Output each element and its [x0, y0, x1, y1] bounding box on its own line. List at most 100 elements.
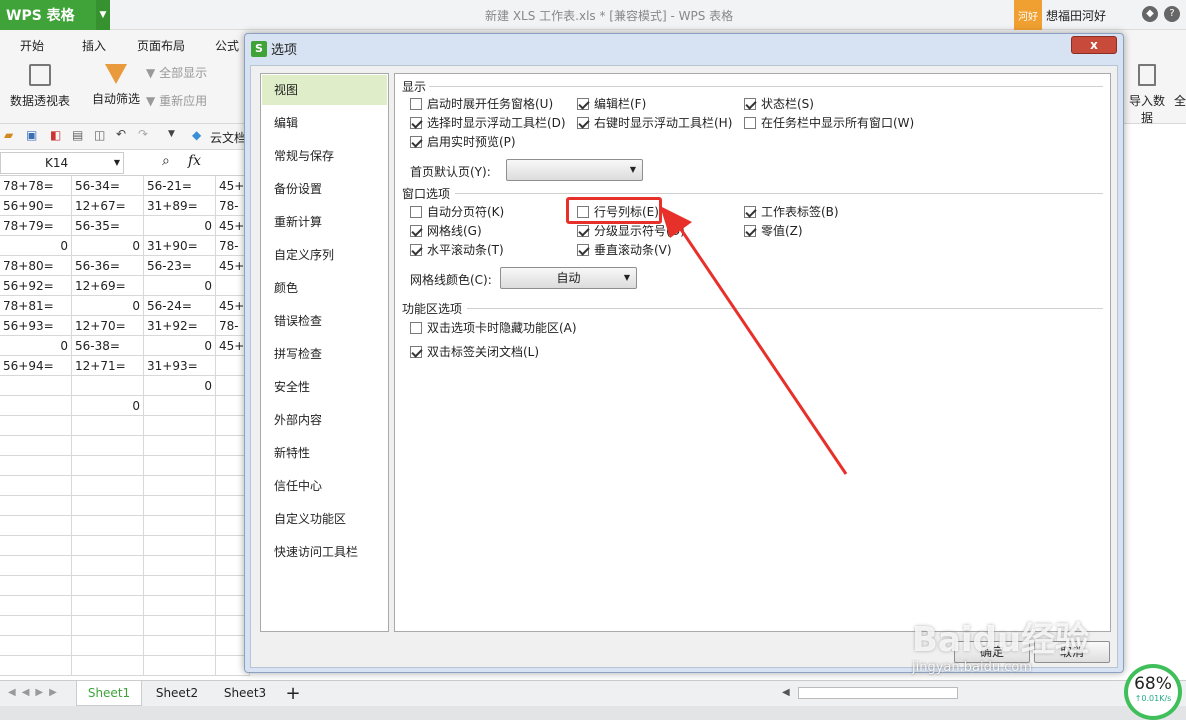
grid-cell[interactable]: 78+80= [0, 256, 72, 276]
grid-cell[interactable] [144, 436, 216, 456]
chevron-down-icon[interactable]: ▼ [96, 0, 110, 30]
grid-cell[interactable] [144, 616, 216, 636]
grid-cell[interactable]: 56-24= [144, 296, 216, 316]
category-item[interactable]: 信任中心 [262, 471, 387, 501]
category-item[interactable]: 自定义功能区 [262, 504, 387, 534]
option-checkbox[interactable]: 网格线(G) [410, 222, 482, 239]
reapply-button[interactable]: ▼ 重新应用 [146, 92, 207, 109]
checkbox-unchecked-icon[interactable] [410, 205, 422, 218]
checkbox-checked-icon[interactable] [410, 345, 422, 358]
grid-cell[interactable] [0, 636, 72, 656]
grid-cell[interactable]: 78+79= [0, 216, 72, 236]
grid-cell[interactable] [72, 556, 144, 576]
grid-cell[interactable] [72, 496, 144, 516]
grid-cell[interactable] [72, 516, 144, 536]
grid-cell[interactable]: 0 [0, 336, 72, 356]
checkbox-checked-icon[interactable] [744, 224, 756, 237]
grid-cell[interactable]: 0 [144, 336, 216, 356]
checkbox-checked-icon[interactable] [577, 243, 589, 256]
add-sheet-button[interactable]: + [280, 681, 306, 706]
cloud-docs-label[interactable]: 云文档 [210, 129, 246, 146]
grid-cell[interactable]: 12+70= [72, 316, 144, 336]
pivot-table-button[interactable]: 数据透视表 [8, 64, 72, 109]
grid-cell[interactable] [144, 416, 216, 436]
grid-cell[interactable]: 56-34= [72, 176, 144, 196]
grid-cell[interactable] [72, 596, 144, 616]
grid-cell[interactable] [72, 576, 144, 596]
grid-cell[interactable]: 0 [144, 216, 216, 236]
option-checkbox[interactable]: 工作表标签(B) [744, 203, 839, 220]
user-name[interactable]: 想福田河好 [1046, 7, 1106, 24]
option-checkbox[interactable]: 垂直滚动条(V) [577, 241, 672, 258]
user-badge[interactable]: 河好 [1014, 0, 1042, 30]
grid-cell[interactable]: 0 [0, 236, 72, 256]
option-checkbox[interactable]: 自动分页符(K) [410, 203, 504, 220]
category-item[interactable]: 编辑 [262, 108, 387, 138]
scroll-left-icon[interactable]: ◀ [782, 687, 790, 698]
grid-cell[interactable] [72, 416, 144, 436]
grid-cell[interactable] [144, 516, 216, 536]
grid-cell[interactable] [144, 496, 216, 516]
checkbox-checked-icon[interactable] [410, 116, 422, 129]
sheet-nav-icon[interactable]: ◀◀▶▶ [8, 687, 63, 698]
grid-cell[interactable] [0, 616, 72, 636]
category-item[interactable]: 安全性 [262, 372, 387, 402]
option-checkbox[interactable]: 分级显示符号(O) [577, 222, 685, 239]
preview-icon[interactable]: ◫ [94, 128, 105, 142]
open-icon[interactable]: ▰ [4, 128, 13, 142]
checkbox-unchecked-icon[interactable] [410, 97, 422, 110]
checkbox-unchecked-icon[interactable] [410, 321, 422, 334]
option-checkbox[interactable]: 水平滚动条(T) [410, 241, 504, 258]
grid-cell[interactable] [0, 456, 72, 476]
checkbox-checked-icon[interactable] [744, 97, 756, 110]
grid-cell[interactable] [0, 576, 72, 596]
grid-cell[interactable] [144, 456, 216, 476]
checkbox-checked-icon[interactable] [410, 224, 422, 237]
grid-cell[interactable] [72, 536, 144, 556]
grid-cell[interactable]: 31+92= [144, 316, 216, 336]
spreadsheet-grid[interactable]: 78+78= 56-34= 56-21= 45+ 56+90= 12+67= 31+89= 7… [0, 176, 250, 680]
tab-formula[interactable]: 公式 [215, 37, 239, 54]
grid-cell[interactable] [72, 636, 144, 656]
grid-cell[interactable] [144, 656, 216, 676]
grid-cell[interactable]: 56+92= [0, 276, 72, 296]
tab-page-layout[interactable]: 页面布局 [137, 37, 185, 54]
grid-cell[interactable] [72, 456, 144, 476]
checkbox-checked-icon[interactable] [410, 135, 422, 148]
grid-cell[interactable]: 56+94= [0, 356, 72, 376]
grid-cell[interactable] [72, 436, 144, 456]
print-icon[interactable]: ▤ [72, 128, 83, 142]
grid-cell[interactable] [0, 656, 72, 676]
grid-cell[interactable] [144, 576, 216, 596]
checkbox-checked-icon[interactable] [410, 243, 422, 256]
grid-cell[interactable] [144, 536, 216, 556]
grid-cell[interactable] [0, 556, 72, 576]
chevron-down-icon[interactable]: ▼ [168, 129, 175, 139]
grid-cell[interactable] [0, 476, 72, 496]
category-item[interactable]: 备份设置 [262, 174, 387, 204]
grid-cell[interactable]: 12+71= [72, 356, 144, 376]
grid-cell[interactable] [72, 616, 144, 636]
option-checkbox[interactable]: 双击选项卡时隐藏功能区(A) [410, 319, 577, 336]
option-checkbox[interactable]: 状态栏(S) [744, 95, 814, 112]
category-item[interactable]: 视图 [262, 75, 387, 105]
grid-cell[interactable] [0, 416, 72, 436]
grid-cell[interactable] [72, 476, 144, 496]
grid-cell[interactable] [72, 376, 144, 396]
option-checkbox[interactable]: 零值(Z) [744, 222, 803, 239]
grid-cell[interactable]: 56-35= [72, 216, 144, 236]
grid-cell[interactable] [144, 636, 216, 656]
close-button[interactable]: x [1071, 36, 1117, 54]
grid-cell[interactable] [72, 656, 144, 676]
grid-cell[interactable]: 78+81= [0, 296, 72, 316]
grid-cell[interactable]: 12+67= [72, 196, 144, 216]
grid-cell[interactable] [144, 396, 216, 416]
tab-home[interactable]: 开始 [20, 37, 44, 54]
checkbox-unchecked-icon[interactable] [744, 116, 756, 129]
category-item[interactable]: 错误检查 [262, 306, 387, 336]
grid-cell[interactable] [144, 476, 216, 496]
checkbox-checked-icon[interactable] [577, 97, 589, 110]
grid-cell[interactable]: 56+93= [0, 316, 72, 336]
help-icon[interactable]: ? [1164, 6, 1180, 22]
category-item[interactable]: 快速访问工具栏 [262, 537, 387, 567]
